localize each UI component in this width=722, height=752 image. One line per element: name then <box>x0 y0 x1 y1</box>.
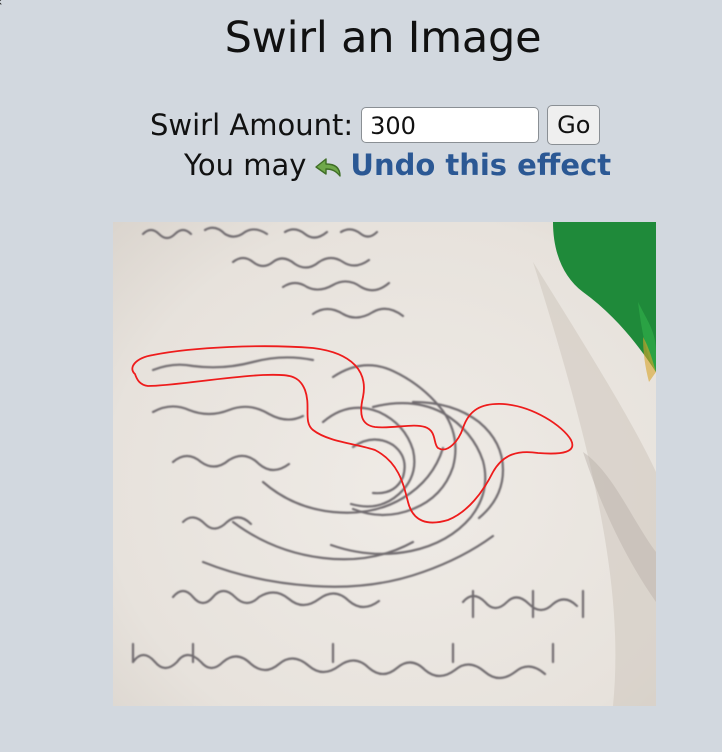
swirl-form: Swirl Amount: Go <box>150 105 601 145</box>
undo-arrow-icon[interactable] <box>314 153 344 177</box>
page-title: Swirl an Image <box>224 13 542 63</box>
swirl-amount-label: Swirl Amount: <box>150 108 354 142</box>
undo-line: You may Undo this effect <box>184 148 611 182</box>
go-button[interactable]: Go <box>547 105 601 145</box>
swirl-amount-input[interactable] <box>361 107 540 143</box>
undo-effect-link[interactable]: Undo this effect <box>350 148 611 182</box>
corner-glyph: ‹ <box>0 0 3 10</box>
undo-prefix-text: You may <box>184 148 307 182</box>
swirled-photo <box>113 222 656 706</box>
